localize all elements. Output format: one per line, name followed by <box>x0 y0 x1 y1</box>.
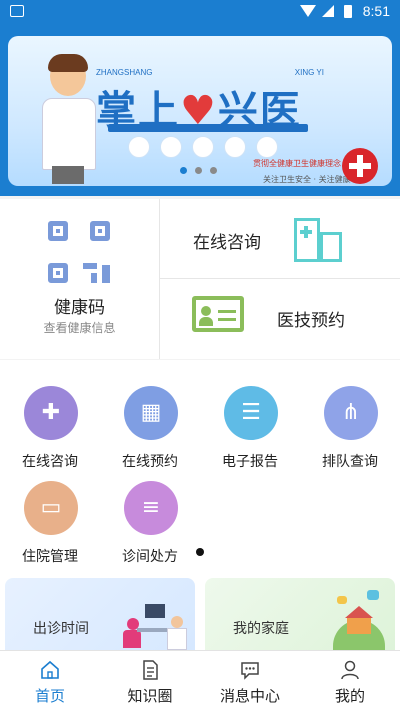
service-prescription[interactable]: ≡ 诊间处方 <box>100 455 200 565</box>
qr-code-icon <box>48 221 110 283</box>
services-grid: ✚ 在线咨询 ▦ 在线预约 ☰ 电子报告 ⋔ 排队查询 ▭ 住院管理 ≡ 诊间处… <box>0 360 400 574</box>
hospital-icon <box>294 214 344 264</box>
feature-cards: 出诊时间 我的家庭 <box>0 574 400 650</box>
prescription-icon: ≡ <box>124 481 178 535</box>
health-code-title: 健康码 <box>54 298 105 318</box>
health-code-subtitle: 查看健康信息 <box>43 321 116 335</box>
tab-label: 消息中心 <box>219 687 280 705</box>
document-icon <box>143 660 158 680</box>
schedule-card[interactable]: 出诊时间 <box>5 578 195 650</box>
banner-ribbon <box>108 124 308 132</box>
tab-messages[interactable]: 消息中心 <box>200 651 300 712</box>
schedule-card-label: 出诊时间 <box>33 621 89 637</box>
tech-booking-tile[interactable]: 医技预约 <box>160 279 400 359</box>
service-label: 排队查询 <box>322 454 378 470</box>
hospital-icon: ▦ <box>124 386 178 440</box>
health-code-tile[interactable]: 健康码 查看健康信息 <box>0 199 160 359</box>
doctor-illustration <box>38 54 98 184</box>
banner-icons <box>128 136 278 158</box>
bed-icon: ▭ <box>24 481 78 535</box>
online-consult-label: 在线咨询 <box>193 233 261 253</box>
service-online-consult[interactable]: ✚ 在线咨询 <box>0 360 100 470</box>
home-icon <box>41 660 59 679</box>
tab-label: 首页 <box>34 687 65 705</box>
carousel-dot[interactable] <box>195 167 202 174</box>
service-label: 电子报告 <box>222 454 278 470</box>
banner-promo-line2: 关注卫生安全 · 关注健康 <box>263 175 351 184</box>
status-time: 8:51 <box>362 3 390 19</box>
banner-sub-left: ZHANGSHANG <box>96 68 153 77</box>
user-icon <box>341 660 359 680</box>
service-label: 诊间处方 <box>122 549 178 565</box>
tab-knowledge[interactable]: 知识圈 <box>100 651 200 712</box>
carousel-dot[interactable] <box>180 167 187 174</box>
pill-icon <box>256 136 278 158</box>
tab-profile[interactable]: 我的 <box>300 651 400 712</box>
service-online-booking[interactable]: ▦ 在线预约 <box>100 360 200 470</box>
online-consult-tile[interactable]: 在线咨询 <box>160 199 400 279</box>
gallery-notification-icon <box>10 5 24 17</box>
quick-access-panel: 健康码 查看健康信息 在线咨询 医技预约 <box>0 199 400 359</box>
signal-icon <box>322 5 334 17</box>
family-card[interactable]: 我的家庭 <box>205 578 395 650</box>
carousel-indicator[interactable] <box>180 167 217 174</box>
tab-label: 我的 <box>334 687 365 705</box>
medical-icon <box>128 136 150 158</box>
syringe-icon <box>192 136 214 158</box>
service-e-report[interactable]: ☰ 电子报告 <box>200 360 300 470</box>
red-cross-icon <box>342 148 378 184</box>
medicine-icon <box>160 136 182 158</box>
wifi-icon <box>300 5 316 17</box>
chat-plus-icon: ✚ <box>24 386 78 440</box>
promo-banner[interactable]: ZHANGSHANG XING YI 掌上♥兴医 贯彻全健康卫生健康理念 关注卫… <box>8 36 392 186</box>
indicator-dot <box>196 548 204 556</box>
service-label: 住院管理 <box>22 549 78 565</box>
message-icon <box>241 662 259 680</box>
battery-icon <box>344 5 352 18</box>
tab-label: 知识圈 <box>127 687 173 705</box>
status-bar: 8:51 <box>0 0 400 24</box>
service-queue-query[interactable]: ⋔ 排队查询 <box>300 360 400 470</box>
banner-promo-line1: 贯彻全健康卫生健康理念 <box>253 159 341 168</box>
bottom-tab-bar: 首页 知识圈 消息中心 我的 <box>0 650 400 712</box>
carousel-dot[interactable] <box>210 167 217 174</box>
house-illustration <box>329 590 389 650</box>
report-icon: ☰ <box>224 386 278 440</box>
tab-home[interactable]: 首页 <box>0 651 100 712</box>
family-card-label: 我的家庭 <box>233 621 289 637</box>
service-inpatient[interactable]: ▭ 住院管理 <box>0 455 100 565</box>
share-nodes-icon: ⋔ <box>324 386 378 440</box>
tech-booking-label: 医技预约 <box>277 311 345 331</box>
consultation-illustration <box>123 600 187 650</box>
stethoscope-icon <box>224 136 246 158</box>
id-card-icon <box>192 296 244 332</box>
banner-sub-right: XING YI <box>294 68 324 77</box>
